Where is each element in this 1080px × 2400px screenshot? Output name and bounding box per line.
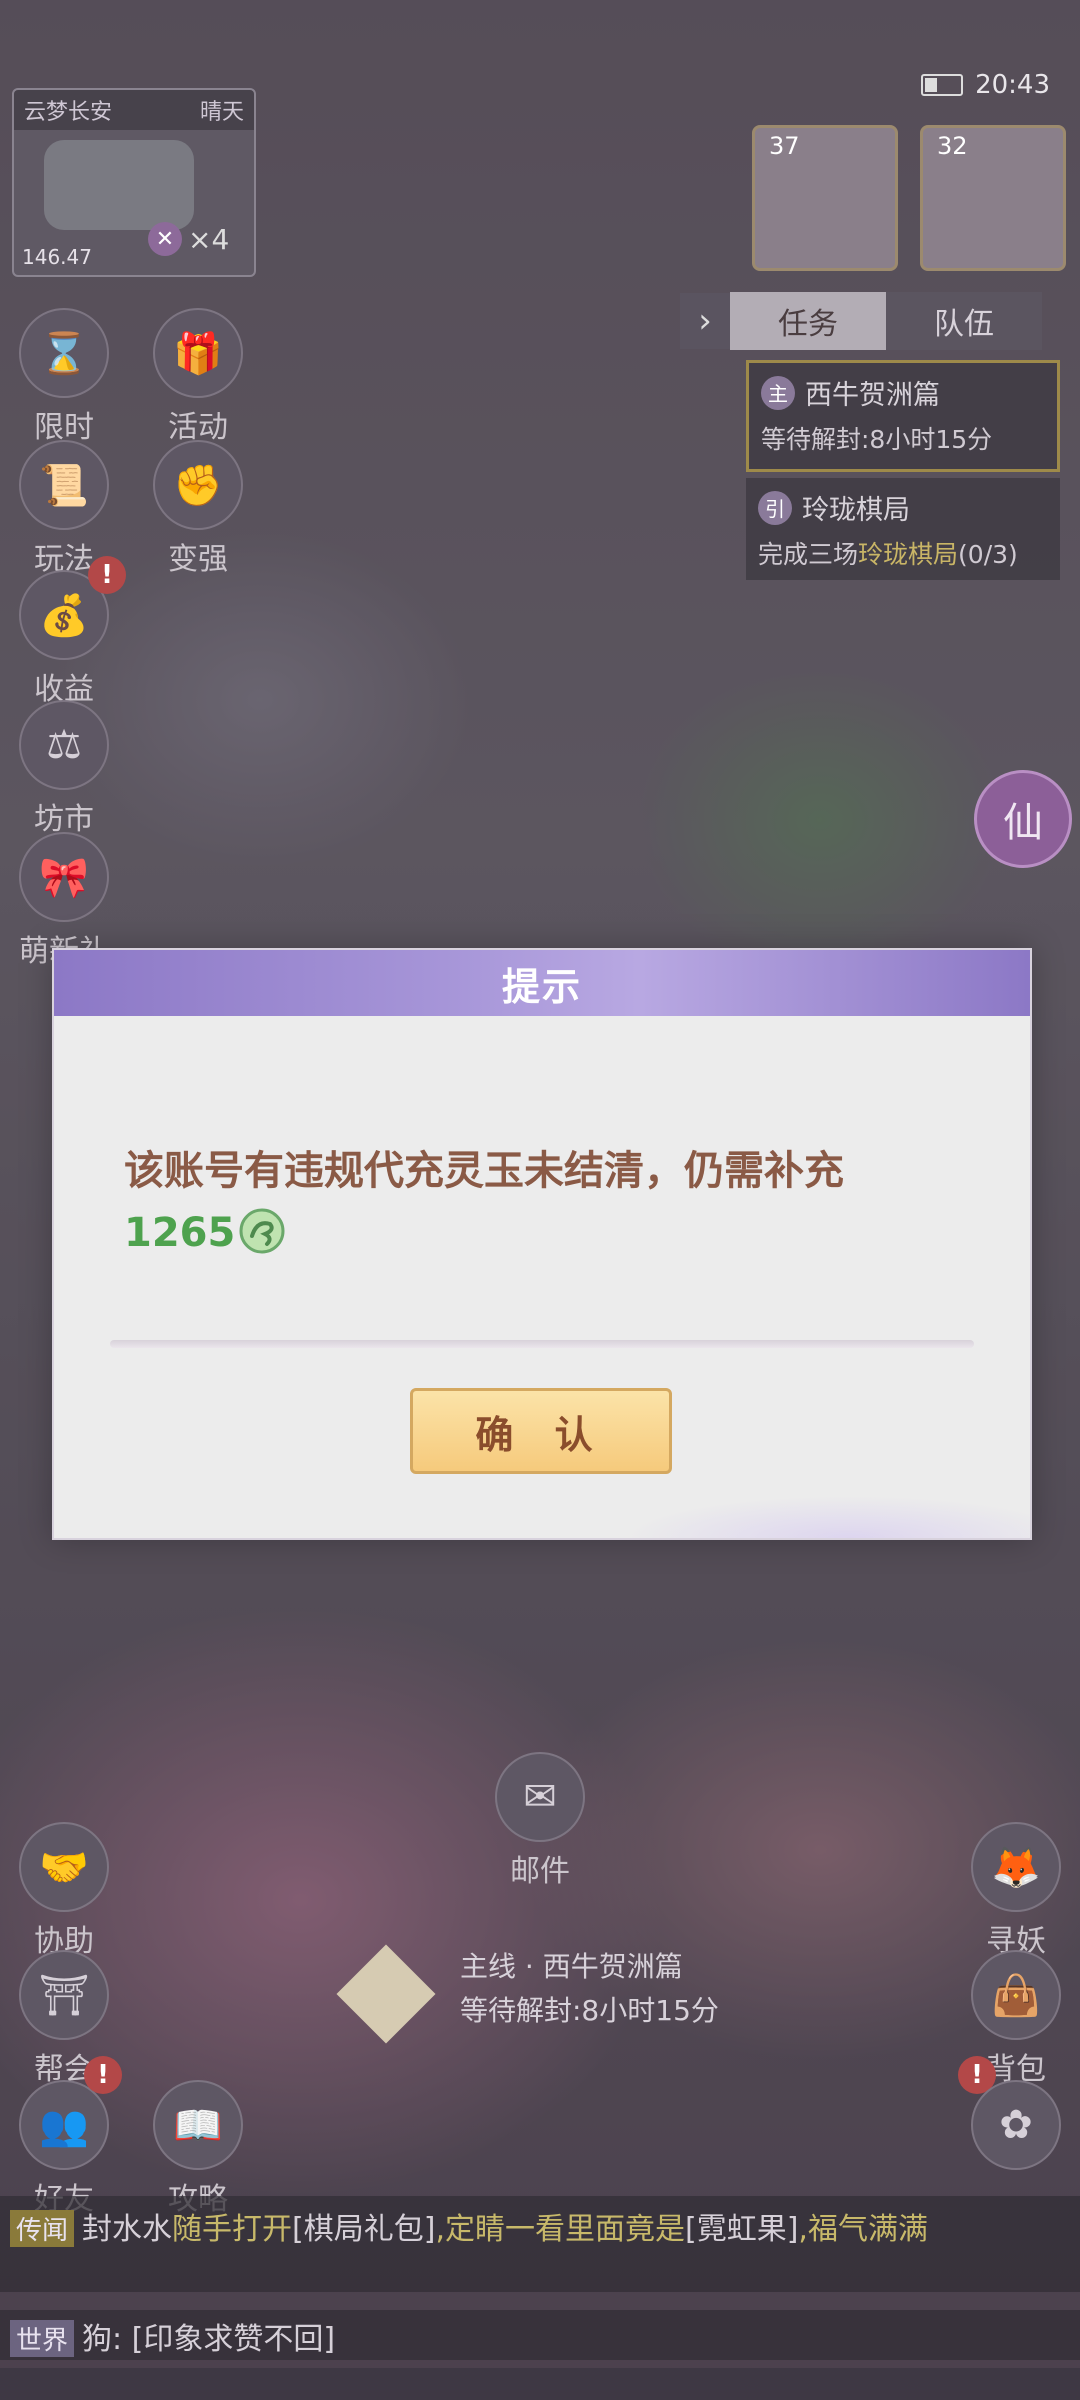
xian-button[interactable]: 仙: [974, 770, 1072, 868]
battery-icon: [921, 74, 964, 96]
team-count[interactable]: ✕ ×4: [148, 222, 229, 256]
minimap-terrain: [44, 140, 194, 230]
quest-progress: (0/3): [958, 540, 1018, 569]
chat-text: ,福气满满: [798, 2212, 928, 2247]
chat-text: ,定睛一看里面竟是: [435, 2212, 685, 2247]
quest-desc-prefix: 完成三场: [758, 540, 859, 569]
scroll-icon: 📜: [19, 440, 109, 530]
quest-desc-highlight: 玲珑棋局: [858, 540, 959, 569]
fox-icon: 🦊: [971, 1822, 1061, 1912]
task-team-tabs: › 任务 队伍: [680, 292, 1042, 350]
crossed-swords-icon: ✕: [148, 222, 182, 256]
quest-type-badge: 主: [761, 375, 795, 410]
party-level-2: 32: [937, 132, 968, 160]
chat-message[interactable]: 世界 狗: [印象求赞不回]: [0, 2310, 1080, 2360]
minimap-weather: 晴天: [199, 100, 244, 125]
settings-button[interactable]: ✿: [966, 2080, 1066, 2174]
main-task-title: 主线 · 西牛贺洲篇: [460, 1950, 683, 1983]
mail-label: 邮件: [510, 1854, 570, 1889]
quest-desc: 等待解封:8小时15分: [761, 425, 993, 454]
quest-title: 玲珑棋局: [802, 495, 910, 526]
mail-icon: ✉: [495, 1752, 585, 1842]
chat-message[interactable]: 传闻 封水水随手打开[棋局礼包],定睛一看里面竟是[霓虹果],福气满满: [0, 2196, 1080, 2292]
dialog-decoration: [430, 1468, 1030, 1538]
gift-icon: 🎁: [153, 308, 243, 398]
chat-text: 随手打开: [172, 2212, 293, 2247]
dialog-title: 提示: [501, 964, 582, 1009]
chat-speaker: 封水水: [82, 2212, 173, 2247]
party-portrait-2[interactable]: 32: [920, 125, 1066, 271]
bag-icon: 👜: [971, 1950, 1061, 2040]
chat-channel: 传闻: [10, 2210, 75, 2247]
dialog-message-text: 该账号有违规代充灵玉未结清，仍需补充: [124, 1148, 844, 1194]
treasure-icon: 🎀: [19, 832, 109, 922]
handshake-icon: 🤝: [19, 1822, 109, 1912]
stronger-button[interactable]: ✊ 变强: [148, 440, 248, 578]
scale-icon: ⚖: [19, 700, 109, 790]
clock: 20:43: [975, 70, 1050, 100]
search-demon-button[interactable]: 🦊 寻妖: [966, 1822, 1066, 1960]
guild-icon: ⛩: [19, 1950, 109, 2040]
tab-tasks[interactable]: 任务: [730, 292, 886, 350]
quest-title: 西牛贺洲篇: [805, 380, 940, 411]
chat-item-link[interactable]: [棋局礼包]: [292, 2212, 435, 2247]
chat-item-link[interactable]: [霓虹果]: [685, 2212, 798, 2247]
activity-button[interactable]: 🎁 活动: [148, 308, 248, 446]
book-icon: 📖: [153, 2080, 243, 2170]
alert-badge: !: [84, 2056, 122, 2094]
main-task-tracker[interactable]: 主线 · 西牛贺洲篇 等待解封:8小时15分: [336, 1944, 719, 2044]
mail-button[interactable]: ✉ 邮件: [490, 1752, 590, 1890]
party-portrait-1[interactable]: 37: [752, 125, 898, 271]
quest-desc: 完成三场玲珑棋局(0/3): [758, 535, 1048, 571]
status-bar: 20:43: [921, 70, 1050, 100]
quest-type-badge: 引: [758, 490, 792, 525]
dialog-message: 该账号有违规代充灵玉未结清，仍需补充 1265: [124, 1140, 954, 1264]
minimap-location: 云梦长安: [24, 100, 113, 125]
dialog-amount: 1265: [124, 1210, 236, 1256]
alert-badge: !: [88, 556, 126, 594]
chat-text: [印象求赞不回]: [131, 2322, 336, 2357]
party-level-1: 37: [769, 132, 800, 160]
stronger-label: 变强: [168, 542, 228, 577]
quest-guide[interactable]: 引 玲珑棋局 完成三场玲珑棋局(0/3): [746, 478, 1060, 580]
quest-main[interactable]: 主 西牛贺洲篇 等待解封:8小时15分: [746, 360, 1060, 472]
chat-speaker: 狗:: [82, 2322, 123, 2357]
help-button[interactable]: 🤝 协助: [14, 1822, 114, 1960]
team-count-label: ×4: [188, 222, 230, 256]
main-task-status: 等待解封:8小时15分: [460, 1994, 719, 2027]
dialog-divider: [110, 1340, 974, 1348]
collapse-arrow-icon[interactable]: ›: [680, 293, 730, 349]
bottom-bar: [0, 2368, 1080, 2400]
minimap-coordinates: 146.47: [22, 245, 92, 269]
market-button[interactable]: ⚖ 坊市: [14, 700, 114, 838]
fist-icon: ✊: [153, 440, 243, 530]
dialog-header: 提示: [54, 950, 1030, 1016]
limited-button[interactable]: ⌛ 限时: [14, 308, 114, 446]
tab-team[interactable]: 队伍: [886, 292, 1042, 350]
jade-icon: [239, 1208, 285, 1254]
confirm-button[interactable]: 确 认: [410, 1388, 672, 1474]
alert-dialog: 提示 该账号有违规代充灵玉未结清，仍需补充 1265 确 认: [52, 948, 1032, 1540]
flower-settings-icon: ✿: [971, 2080, 1061, 2170]
hourglass-icon: ⌛: [19, 308, 109, 398]
chat-channel: 世界: [10, 2320, 75, 2357]
friends-icon: 👥: [19, 2080, 109, 2170]
